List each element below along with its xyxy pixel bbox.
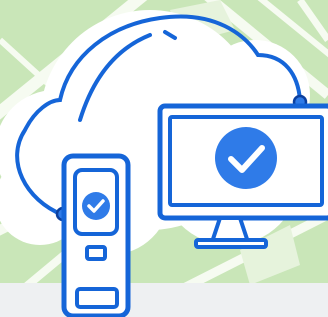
cloud-sync-illustration	[0, 0, 328, 317]
phone-icon	[61, 153, 131, 317]
illustration-canvas	[0, 0, 328, 317]
phone-checkmark-icon	[82, 192, 110, 220]
footer-band	[0, 283, 328, 317]
monitor-checkmark-icon	[215, 127, 277, 189]
